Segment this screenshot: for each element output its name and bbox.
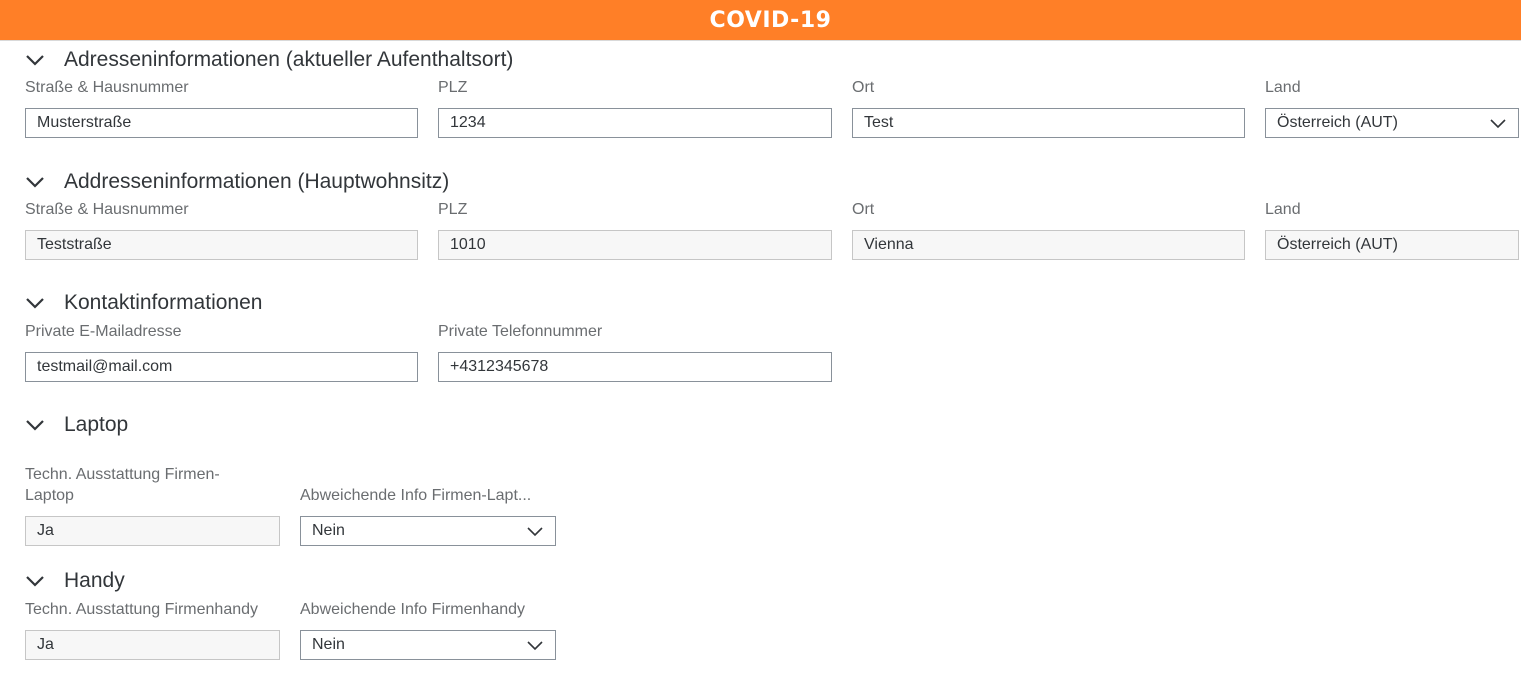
handy-equipment-value: Ja [37, 636, 54, 653]
email-input[interactable]: testmail@mail.com [25, 352, 418, 382]
chevron-down-icon[interactable] [527, 525, 543, 537]
main-city-field: Vienna [852, 230, 1245, 260]
main-zip-label: PLZ [438, 201, 468, 218]
country-label: Land [1265, 79, 1301, 96]
chevron-down-icon [24, 49, 46, 71]
chevron-down-icon [24, 414, 46, 436]
section-heading-handy: Handy [64, 569, 125, 592]
main-street-field: Teststraße [25, 230, 418, 260]
main-country-label: Land [1265, 201, 1301, 218]
laptop-deviating-value: Nein [312, 522, 345, 539]
laptop-equipment-value: Ja [37, 522, 54, 539]
laptop-equipment-label-line1: Techn. Ausstattung Firmen- [25, 466, 220, 483]
phone-value: +4312345678 [450, 358, 549, 375]
app-header: COVID-19 [0, 0, 1521, 41]
street-value: Musterstraße [37, 114, 132, 131]
laptop-deviating-label: Abweichende Info Firmen-Lapt... [300, 487, 532, 504]
laptop-equipment-label-line2: Laptop [25, 487, 74, 504]
street-label: Straße & Hausnummer [25, 79, 189, 96]
main-city-label: Ort [852, 201, 875, 218]
email-value: testmail@mail.com [37, 358, 173, 375]
chevron-down-icon[interactable] [527, 639, 543, 651]
chevron-down-icon [24, 292, 46, 314]
section-toggle-main-address[interactable]: Addresseninformationen (Hauptwohnsitz) [24, 169, 449, 195]
chevron-down-icon [24, 171, 46, 193]
city-label: Ort [852, 79, 875, 96]
zip-value: 1234 [450, 114, 486, 131]
handy-equipment-field: Ja [25, 630, 280, 660]
header-title: COVID-19 [709, 7, 832, 33]
section-toggle-handy[interactable]: Handy [24, 568, 125, 594]
section-heading-contact: Kontaktinformationen [64, 291, 263, 314]
zip-label: PLZ [438, 79, 468, 96]
chevron-down-icon [24, 570, 46, 592]
section-heading-laptop: Laptop [64, 413, 129, 436]
main-zip-value: 1010 [450, 236, 486, 253]
country-select[interactable]: Österreich (AUT) [1265, 108, 1519, 138]
chevron-down-icon[interactable] [1490, 117, 1506, 129]
phone-label: Private Telefonnummer [438, 323, 603, 340]
main-country-value: Österreich (AUT) [1277, 236, 1398, 253]
main-city-value: Vienna [864, 236, 914, 253]
main-zip-field: 1010 [438, 230, 832, 260]
street-input[interactable]: Musterstraße [25, 108, 418, 138]
zip-input[interactable]: 1234 [438, 108, 832, 138]
country-value: Österreich (AUT) [1277, 114, 1398, 131]
section-toggle-laptop[interactable]: Laptop [24, 412, 128, 438]
laptop-deviating-select[interactable]: Nein [300, 516, 556, 546]
handy-deviating-value: Nein [312, 636, 345, 653]
phone-input[interactable]: +4312345678 [438, 352, 832, 382]
section-heading-main-address: Addresseninformationen (Hauptwohnsitz) [64, 170, 450, 193]
main-street-label: Straße & Hausnummer [25, 201, 189, 218]
main-street-value: Teststraße [37, 236, 112, 253]
section-toggle-current-address[interactable]: Adresseninformationen (aktueller Aufenth… [24, 47, 513, 73]
email-label: Private E-Mailadresse [25, 323, 182, 340]
section-heading-current-address: Adresseninformationen (aktueller Aufenth… [64, 48, 514, 71]
city-input[interactable]: Test [852, 108, 1245, 138]
handy-deviating-label: Abweichende Info Firmenhandy [300, 601, 526, 618]
main-country-field: Österreich (AUT) [1265, 230, 1519, 260]
section-toggle-contact[interactable]: Kontaktinformationen [24, 290, 262, 316]
city-value: Test [864, 114, 894, 131]
laptop-equipment-field: Ja [25, 516, 280, 546]
handy-deviating-select[interactable]: Nein [300, 630, 556, 660]
handy-equipment-label: Techn. Ausstattung Firmenhandy [25, 601, 259, 618]
